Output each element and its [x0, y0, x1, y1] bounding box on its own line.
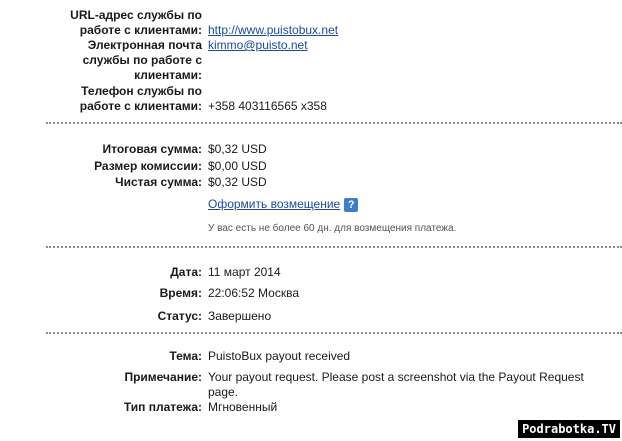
divider — [46, 122, 622, 124]
total-value: $0,32 USD — [208, 142, 267, 156]
note-line1: Your payout request. Please post a scree… — [208, 370, 584, 384]
help-icon[interactable]: ? — [344, 197, 359, 212]
total-label: Итоговая сумма: — [102, 142, 202, 156]
note-label: Примечание: — [124, 370, 202, 384]
date-value: 11 март 2014 — [208, 265, 281, 279]
net-label: Чистая сумма: — [115, 175, 202, 189]
support-url-link[interactable]: http://www.puistobux.net — [208, 23, 338, 38]
email-label-line1: Электронная почта — [87, 38, 202, 52]
time-label: Время: — [159, 286, 202, 300]
time-value: 22:06:52 Москва — [208, 286, 300, 300]
phone-label-line1: Телефон службы по — [81, 84, 202, 98]
subject-value: PuistoBux payout received — [208, 349, 351, 363]
watermark: Podrabotka.TV — [518, 420, 620, 438]
email-label-line3: клиентами: — [134, 68, 202, 82]
status-label: Статус: — [157, 309, 202, 323]
payment-type-value: Мгновенный — [208, 400, 278, 414]
support-phone: +358 403116565 x358 — [208, 99, 327, 113]
refund-link[interactable]: Оформить возмещение — [208, 197, 340, 211]
note-line2: page. — [208, 385, 239, 399]
support-email-link[interactable]: kimmo@puisto.net — [208, 38, 308, 53]
subject-label: Тема: — [169, 349, 202, 363]
refund-note: У вас есть не более 60 дн. для возмещени… — [208, 223, 457, 234]
phone-label-line2: работе с клиентами: — [79, 99, 202, 113]
url-label-line2: работе с клиентами: — [79, 23, 202, 37]
divider — [46, 332, 622, 334]
refund-row: Оформить возмещение? — [208, 197, 359, 212]
url-label-line1: URL-адрес службы по — [70, 8, 202, 22]
date-label: Дата: — [170, 265, 202, 279]
status-value: Завершено — [208, 309, 272, 323]
fee-label: Размер комиссии: — [94, 159, 202, 173]
fee-value: $0,00 USD — [208, 159, 267, 173]
email-label-line2: службы по работе с — [82, 53, 202, 67]
divider — [46, 246, 622, 248]
net-value: $0,32 USD — [208, 175, 267, 189]
payment-type-label: Тип платежа: — [123, 400, 202, 414]
